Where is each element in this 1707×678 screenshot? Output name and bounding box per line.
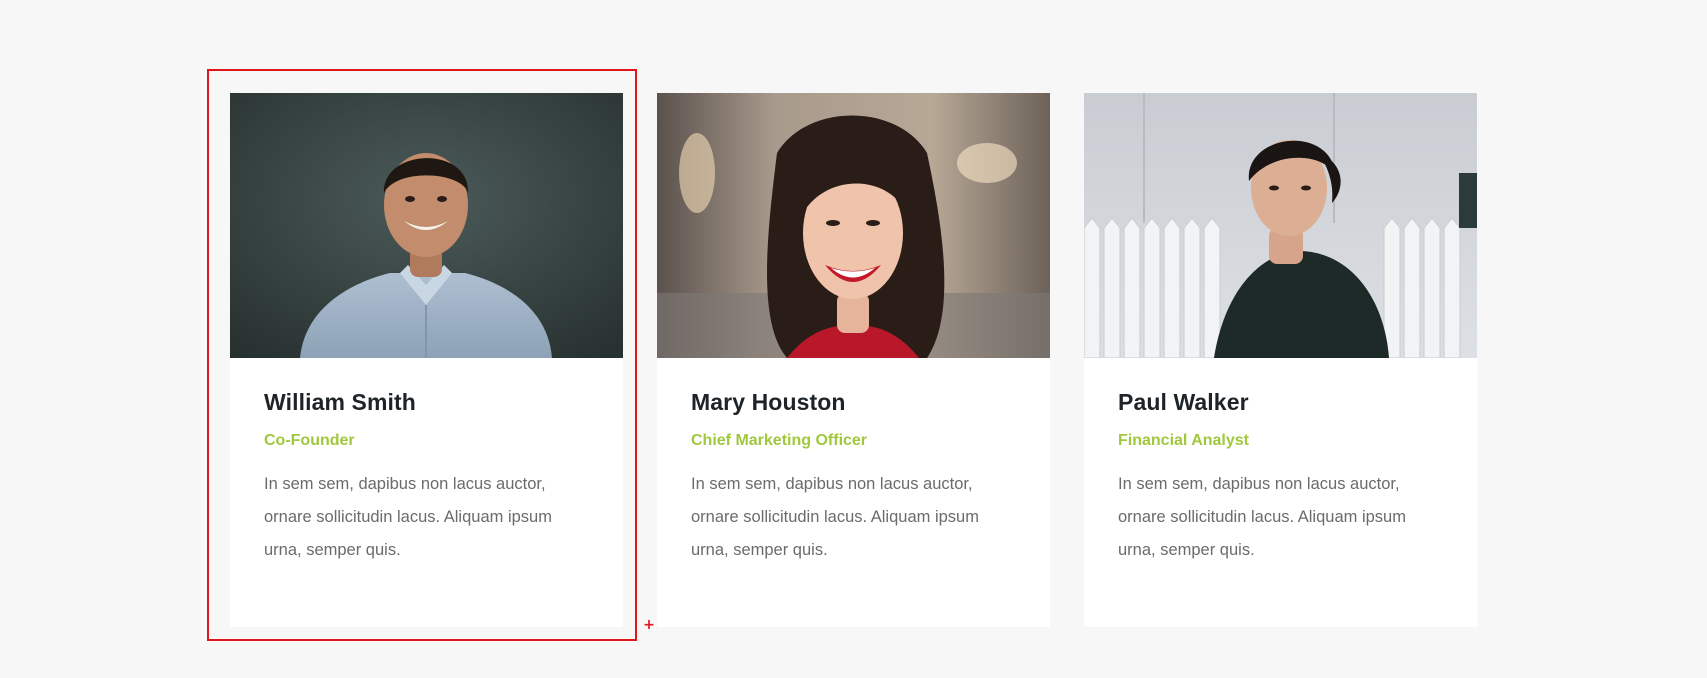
team-member-role: Financial Analyst <box>1118 432 1249 449</box>
team-card-mary-houston[interactable]: Mary Houston Chief Marketing Officer In … <box>657 93 1050 627</box>
team-card-william-smith[interactable]: William Smith Co-Founder In sem sem, dap… <box>230 93 623 627</box>
team-member-name: Mary Houston <box>691 389 846 415</box>
team-card-paul-walker[interactable]: Paul Walker Financial Analyst In sem sem… <box>1084 93 1477 627</box>
team-photo-william-smith <box>230 93 623 358</box>
team-member-role: Chief Marketing Officer <box>691 432 868 449</box>
team-members-row: William Smith Co-Founder In sem sem, dap… <box>230 93 1477 627</box>
team-member-role: Co-Founder <box>264 432 355 449</box>
team-photo-paul-walker <box>1084 93 1477 358</box>
plus-icon[interactable]: + <box>643 618 655 632</box>
team-card-body: William Smith Co-Founder In sem sem, dap… <box>230 358 623 567</box>
team-member-bio: In sem sem, dapibus non lacus auctor, or… <box>1118 475 1406 559</box>
team-card-body: Mary Houston Chief Marketing Officer In … <box>657 358 1050 567</box>
team-member-bio: In sem sem, dapibus non lacus auctor, or… <box>691 475 979 559</box>
team-card-body: Paul Walker Financial Analyst In sem sem… <box>1084 358 1477 567</box>
team-photo-mary-houston <box>657 93 1050 358</box>
team-member-name: William Smith <box>264 389 416 415</box>
team-member-bio: In sem sem, dapibus non lacus auctor, or… <box>264 475 552 559</box>
team-member-name: Paul Walker <box>1118 389 1249 415</box>
